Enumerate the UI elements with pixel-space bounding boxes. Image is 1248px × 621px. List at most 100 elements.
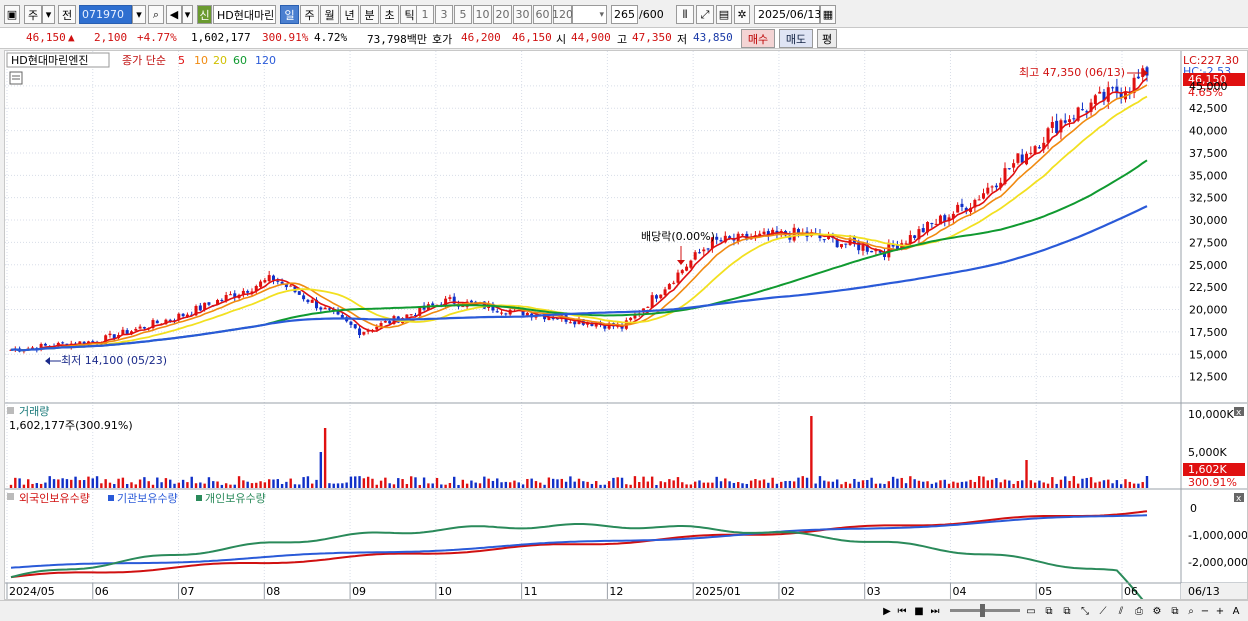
chart-svg[interactable]: HD현대마린엔진 종가 단순 5 10 20 60 120 LC:227.30 … <box>5 51 1248 606</box>
volume-bar <box>1132 483 1136 488</box>
volume-bar <box>745 483 749 488</box>
layout-2-icon[interactable]: ⧉ <box>1042 604 1056 618</box>
zoom-slider[interactable] <box>950 609 1020 612</box>
candle-body <box>659 294 663 299</box>
code-dropdown-icon[interactable]: ▾ <box>132 5 146 24</box>
candle-body <box>822 239 826 241</box>
font-size-icon[interactable]: A <box>1229 604 1243 618</box>
interval-tab-3[interactable]: 3 <box>435 5 453 24</box>
eval-button[interactable]: 평 <box>817 29 837 48</box>
market-dropdown-icon[interactable]: ▾ <box>42 5 55 24</box>
scroll-right-icon[interactable]: ▶ <box>880 604 894 618</box>
search-small-icon[interactable]: ⌕ <box>1184 604 1198 618</box>
candle-body <box>358 328 362 336</box>
period-tab-5[interactable]: 초 <box>380 5 399 24</box>
interval-tab-20[interactable]: 20 <box>493 5 512 24</box>
volume-bar <box>431 483 434 488</box>
interval-tab-120[interactable]: 120 <box>552 5 573 24</box>
volume-bar <box>638 482 641 488</box>
x-label-13: 06 <box>1124 585 1138 598</box>
market-button[interactable]: 주 <box>24 5 42 24</box>
chart-area[interactable]: HD현대마린엔진 종가 단순 5 10 20 60 120 LC:227.30 … <box>4 50 1248 606</box>
draw-channel-icon[interactable]: ⫽ <box>1114 604 1128 618</box>
period-tab-2[interactable]: 월 <box>320 5 339 24</box>
volume-bar <box>629 484 632 488</box>
zoom-out-icon[interactable]: − <box>1198 604 1212 618</box>
volume-bar <box>848 483 852 488</box>
date-input[interactable]: 2025/06/13 <box>754 5 821 24</box>
sell-button[interactable]: 매도 <box>779 29 813 48</box>
draw-line-icon[interactable]: ⤡ <box>1078 604 1092 618</box>
candle-body <box>43 343 47 346</box>
interval-tab-10[interactable]: 10 <box>473 5 492 24</box>
period-tab-3[interactable]: 년 <box>340 5 359 24</box>
candle-body <box>302 295 306 300</box>
period-tab-0[interactable]: 일 <box>280 5 299 24</box>
rewind-icon[interactable]: ⏮ <box>895 604 909 618</box>
x-label-4: 09 <box>352 585 366 598</box>
table-toggle-icon[interactable] <box>9 71 23 85</box>
extra-input[interactable]: ▾ <box>572 5 607 24</box>
candle-body <box>956 204 960 213</box>
speaker-dropdown-icon[interactable]: ▾ <box>182 5 193 24</box>
save-icon[interactable]: ▤ <box>716 5 732 24</box>
interval-tab-1[interactable]: 1 <box>416 5 434 24</box>
volume-bar <box>737 482 740 488</box>
turnover-rate: 4.72% <box>314 31 348 44</box>
volume-bar <box>388 483 391 488</box>
candle-body <box>61 342 65 344</box>
buy-button[interactable]: 매수 <box>741 29 775 48</box>
period-tab-4[interactable]: 분 <box>360 5 379 24</box>
ma10-line <box>10 84 1148 352</box>
volume-bar <box>934 482 938 488</box>
interval-tab-30[interactable]: 30 <box>513 5 532 24</box>
volume-bar <box>1081 478 1084 488</box>
x-label-9: 02 <box>781 585 795 598</box>
code-input[interactable]: 071970 <box>79 5 132 24</box>
calendar-icon[interactable]: ▦ <box>820 5 836 24</box>
copy-icon[interactable]: ⧉ <box>1168 604 1182 618</box>
price-tick-5: 32,500 <box>1189 192 1228 205</box>
dividend-annotation: 배당락(0.00%) <box>641 230 715 243</box>
price-tick-6: 30,000 <box>1189 214 1228 227</box>
line-tool-icon[interactable]: ⤢ <box>696 5 714 24</box>
forward-icon[interactable]: ⏭ <box>928 604 942 618</box>
x-cursor-date: 06/13 <box>1188 585 1220 598</box>
volume-bar <box>698 480 701 488</box>
layout-1-icon[interactable]: ▭ <box>1024 604 1038 618</box>
ask-price-2: 46,150 <box>512 31 552 44</box>
interval-tab-5[interactable]: 5 <box>454 5 472 24</box>
interval-tab-60[interactable]: 60 <box>533 5 552 24</box>
search-icon[interactable]: ⌕ <box>148 5 164 24</box>
volume-current-tag: 1,602K <box>1188 463 1227 476</box>
volume-bar <box>263 482 267 488</box>
volume-bar <box>939 480 942 488</box>
candle-body <box>667 284 671 290</box>
period-tab-1[interactable]: 주 <box>300 5 319 24</box>
zoom-in-icon[interactable]: + <box>1213 604 1227 618</box>
volume-bar <box>453 476 456 488</box>
print-icon[interactable]: ⎙ <box>1132 604 1146 618</box>
stop-icon[interactable]: ■ <box>912 604 926 618</box>
draw-trend-icon[interactable]: ⟋ <box>1096 604 1110 618</box>
candle-body <box>375 326 379 330</box>
volume-bar <box>689 484 693 488</box>
volume-bar <box>186 482 189 488</box>
volume-bar <box>306 476 310 488</box>
volume-bar <box>771 477 774 488</box>
window-icon[interactable]: ▣ <box>4 5 20 24</box>
speaker-icon[interactable]: ◀ <box>166 5 182 24</box>
volume-bar <box>913 479 916 488</box>
volume-bar <box>44 482 47 488</box>
zoom-handle[interactable] <box>980 604 985 617</box>
candle-type-icon[interactable]: ⫴ <box>676 5 694 24</box>
candle-body <box>960 203 964 207</box>
volume-bar <box>861 480 865 488</box>
layout-3-icon[interactable]: ⧉ <box>1060 604 1074 618</box>
settings-icon[interactable]: ⚙ <box>1150 604 1164 618</box>
ma-label: 종가 단순 <box>122 54 166 67</box>
count-input[interactable]: 265 <box>611 5 638 24</box>
gear-icon[interactable]: ✲ <box>734 5 750 24</box>
volume-bar <box>767 482 770 488</box>
prev-button[interactable]: 전 <box>58 5 76 24</box>
